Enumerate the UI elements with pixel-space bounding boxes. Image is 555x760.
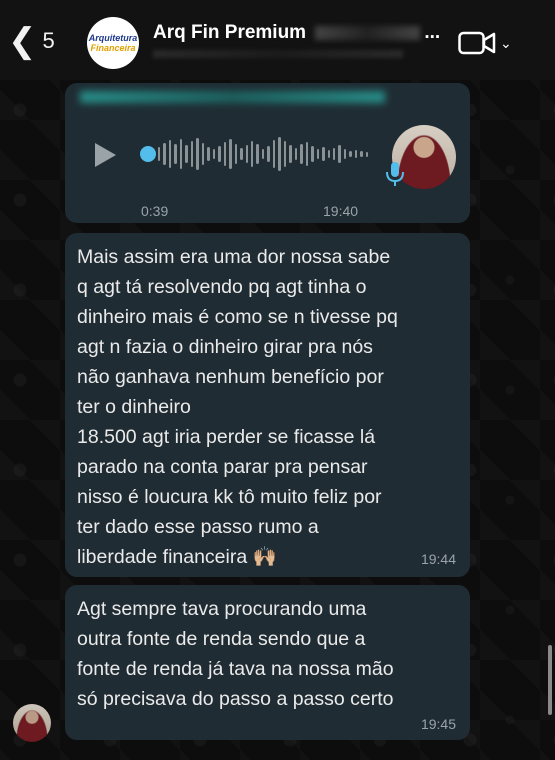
logo-line-2: Financeira <box>90 43 136 53</box>
play-icon[interactable] <box>95 143 116 167</box>
chat-title-area[interactable]: Arq Fin Premium ... <box>153 22 443 58</box>
message-bubble[interactable]: Agt sempre tava procurando uma outra fon… <box>65 585 470 740</box>
back-button[interactable]: ❮ 5 <box>8 22 55 60</box>
message-timestamp: 19:45 <box>420 716 456 732</box>
redacted-subtitle <box>153 50 403 58</box>
microphone-icon <box>386 162 404 186</box>
video-call-button[interactable]: ⌄ <box>458 30 512 56</box>
audio-waveform[interactable] <box>158 136 369 172</box>
message-text: Agt sempre tava procurando uma outra fon… <box>77 598 394 710</box>
chat-title: Arq Fin Premium ... <box>153 22 443 44</box>
logo-line-1: Arquitetura <box>88 33 138 43</box>
redacted-title <box>315 25 421 40</box>
message-bubble[interactable]: Mais assim era uma dor nossa sabe q agt … <box>65 233 470 577</box>
message-timestamp: 19:40 <box>323 203 359 219</box>
message-timestamp: 19:44 <box>420 551 456 567</box>
scrollbar[interactable] <box>548 645 552 715</box>
group-logo: Arquitetura Financeira <box>89 33 138 53</box>
chat-header: ❮ 5 Arquitetura Financeira Arq Fin Premi… <box>0 0 555 80</box>
audio-scrubber-handle[interactable] <box>140 146 156 162</box>
message-text: Mais assim era uma dor nossa sabe q agt … <box>77 246 398 568</box>
sender-avatar[interactable] <box>13 704 51 742</box>
chevron-left-icon: ❮ <box>8 22 37 60</box>
title-ellipsis: ... <box>424 22 441 43</box>
video-camera-icon <box>458 31 496 55</box>
group-avatar[interactable]: Arquitetura Financeira <box>87 17 139 69</box>
voice-duration: 0:39 <box>141 203 169 219</box>
redacted-sender-name <box>80 91 385 103</box>
chevron-down-icon: ⌄ <box>500 34 512 51</box>
unread-count: 5 <box>42 28 55 53</box>
chat-title-text: Arq Fin Premium <box>153 22 307 43</box>
